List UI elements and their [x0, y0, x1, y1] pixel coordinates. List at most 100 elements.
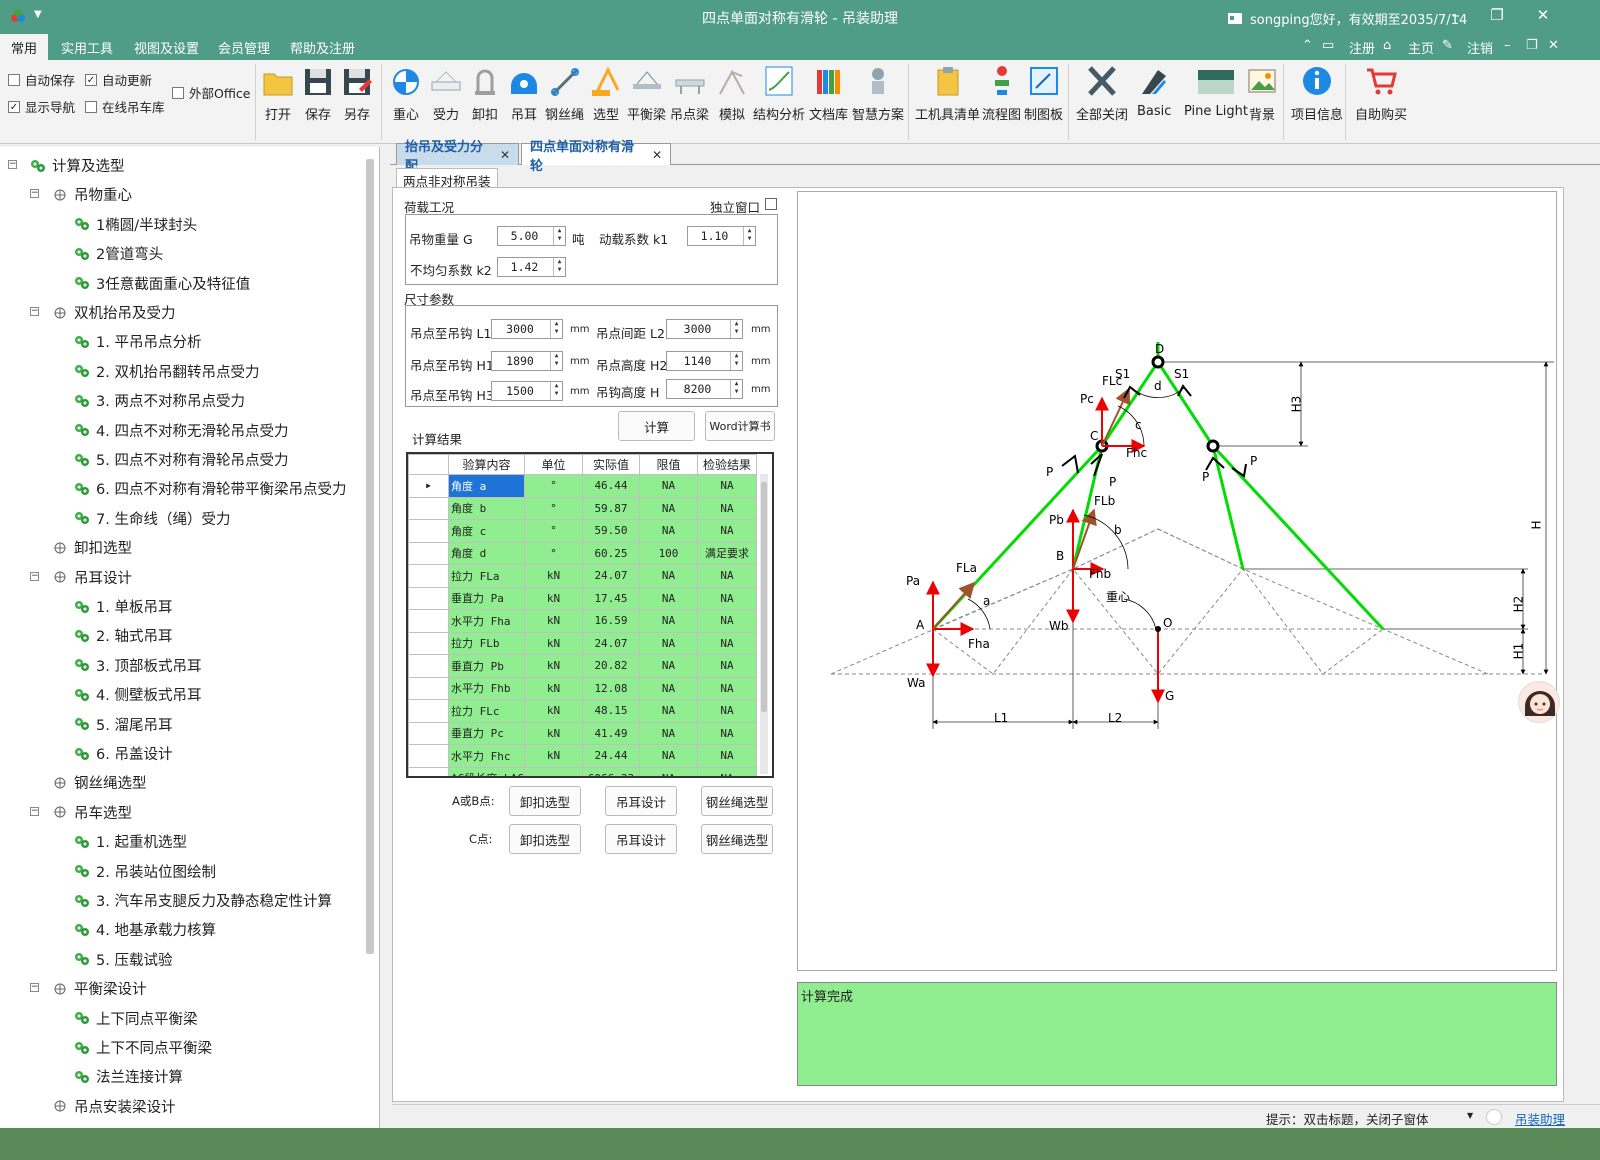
close-tab-icon[interactable]: ✕ [652, 148, 662, 162]
spin-arrows-icon[interactable]: ▲ ▼ [730, 352, 742, 370]
table-cell[interactable]: NA [697, 519, 757, 543]
table-cell[interactable]: NA [697, 474, 757, 498]
ab-wire-rope-button[interactable]: 钢丝绳选型 [701, 786, 773, 816]
c-wire-rope-button[interactable]: 钢丝绳选型 [701, 824, 773, 854]
table-cell[interactable]: kN [524, 654, 583, 678]
tree-item[interactable]: 钢丝绳选型 [52, 772, 147, 793]
spin-arrows-icon[interactable]: ▲ ▼ [550, 320, 562, 338]
table-cell[interactable]: 满足要求 [697, 541, 757, 565]
lifting-point-beam-button[interactable]: 吊点梁 [670, 64, 709, 130]
menu-help[interactable]: 帮助及注册 [290, 38, 355, 57]
row-header[interactable] [408, 586, 449, 610]
table-cell[interactable]: 拉力 FLc [448, 699, 525, 723]
table-cell[interactable]: NA [697, 496, 757, 520]
self-purchase-button[interactable]: 自助购买 [1355, 64, 1407, 130]
tree-item[interactable]: 3. 顶部板式吊耳 [74, 655, 201, 676]
k2-input[interactable]: 1.42 ▲ ▼ [497, 257, 566, 277]
mdi-minimize-icon[interactable]: – [1504, 38, 1511, 53]
simulation-button[interactable]: 模拟 [716, 64, 748, 130]
auto-save-checkbox[interactable]: 自动保存 [8, 70, 75, 89]
spin-arrows-icon[interactable]: ▲ ▼ [743, 227, 755, 245]
table-row[interactable]: 水平力 Fhc kN 24.44 NA NA [408, 744, 757, 768]
table-cell[interactable]: kN [524, 631, 583, 655]
menu-tools[interactable]: 实用工具 [61, 38, 113, 57]
show-nav-checkbox[interactable]: ✓ 显示导航 [8, 97, 75, 116]
table-cell[interactable]: 6066.33 [582, 766, 640, 776]
row-header[interactable] [408, 654, 449, 678]
table-row[interactable]: ▶ 角度 a ° 46.44 NA NA [408, 474, 757, 498]
drawing-board-button[interactable]: 制图板 [1024, 64, 1063, 130]
tree-item[interactable]: − 吊车选型 [30, 802, 132, 823]
table-cell[interactable]: kN [524, 676, 583, 700]
row-header[interactable] [408, 541, 449, 565]
tree-item[interactable]: 4. 四点不对称无滑轮吊点受力 [74, 420, 288, 441]
hint-dropdown-icon[interactable]: ▼ [1467, 1111, 1473, 1120]
table-cell[interactable]: 垂直力 Pb [448, 654, 525, 678]
word-report-button[interactable]: Word计算书 [705, 411, 775, 441]
ab-shackle-button[interactable]: 卸扣选型 [509, 786, 581, 816]
h2-input[interactable]: 1140 ▲ ▼ [666, 351, 743, 371]
table-cell[interactable]: NA [697, 744, 757, 768]
shackle-button[interactable]: 卸扣 [469, 64, 501, 130]
row-header[interactable]: ▶ [408, 474, 449, 498]
table-cell[interactable]: 水平力 Fhb [448, 676, 525, 700]
save-button[interactable]: 保存 [302, 64, 334, 130]
column-header[interactable]: 单位 [524, 454, 583, 475]
force-button[interactable]: 受力 [430, 64, 462, 130]
tree-item[interactable]: − 吊耳设计 [30, 567, 132, 588]
table-row[interactable]: 角度 c ° 59.50 NA NA [408, 519, 757, 543]
table-cell[interactable]: ° [524, 496, 583, 520]
table-row[interactable]: 垂直力 Pb kN 20.82 NA NA [408, 654, 757, 678]
column-header[interactable]: 检验结果 [697, 454, 757, 475]
tree-item[interactable]: 5. 压载试验 [74, 949, 172, 970]
spin-arrows-icon[interactable]: ▲ ▼ [550, 352, 562, 370]
table-cell[interactable]: 垂直力 Pa [448, 586, 525, 610]
register-link[interactable]: 注册 [1349, 38, 1375, 57]
scroll-thumb[interactable] [761, 482, 767, 712]
table-cell[interactable]: 16.59 [582, 609, 640, 633]
online-crane-checkbox[interactable]: 在线吊车库 [85, 97, 165, 116]
minimize-button[interactable]: – [1441, 6, 1471, 24]
table-cell[interactable]: NA [639, 721, 698, 745]
grid-scrollbar[interactable] [760, 474, 768, 774]
table-cell[interactable]: NA [639, 699, 698, 723]
lifting-lug-button[interactable]: 吊耳 [508, 64, 540, 130]
table-cell[interactable]: 角度 a [448, 474, 525, 498]
table-cell[interactable]: 角度 b [448, 496, 525, 520]
table-cell[interactable]: AC段长度 LAC [448, 766, 525, 776]
table-cell[interactable]: ° [524, 474, 583, 498]
table-cell[interactable]: 24.07 [582, 564, 640, 588]
spreader-beam-button[interactable]: 平衡梁 [627, 64, 666, 130]
c-lug-button[interactable]: 吊耳设计 [605, 824, 677, 854]
tree-item[interactable]: 3任意截面重心及特征值 [74, 273, 250, 294]
table-cell[interactable]: NA [639, 744, 698, 768]
tree-item[interactable]: − 吊物重心 [30, 184, 132, 205]
expand-toggle-icon[interactable]: − [30, 806, 39, 816]
tree-item[interactable]: 卸扣选型 [52, 537, 132, 558]
row-header[interactable] [408, 631, 449, 655]
table-cell[interactable]: 17.45 [582, 586, 640, 610]
structure-analysis-button[interactable]: 结构分析 [753, 64, 805, 130]
row-header[interactable] [408, 721, 449, 745]
table-cell[interactable]: 12.08 [582, 676, 640, 700]
expand-toggle-icon[interactable]: − [30, 307, 39, 316]
table-cell[interactable]: 41.49 [582, 721, 640, 745]
table-row[interactable]: 角度 b ° 59.87 NA NA [408, 496, 757, 520]
mdi-restore-icon[interactable]: ❐ [1526, 38, 1538, 53]
table-row[interactable]: 拉力 FLa kN 24.07 NA NA [408, 564, 757, 588]
table-cell[interactable]: 24.44 [582, 744, 640, 768]
save-as-button[interactable]: 另存 [341, 64, 373, 130]
table-cell[interactable]: NA [639, 519, 698, 543]
table-cell[interactable]: NA [697, 699, 757, 723]
table-cell[interactable]: NA [697, 766, 757, 776]
table-cell[interactable]: 角度 c [448, 519, 525, 543]
table-cell[interactable]: 水平力 Fhc [448, 744, 525, 768]
tree-item[interactable]: 1. 起重机选型 [74, 831, 187, 852]
menu-view-settings[interactable]: 视图及设置 [134, 38, 199, 57]
c-shackle-button[interactable]: 卸扣选型 [509, 824, 581, 854]
column-header[interactable]: 验算内容 [448, 454, 525, 475]
table-row[interactable]: 垂直力 Pc kN 41.49 NA NA [408, 721, 757, 745]
table-cell[interactable]: 24.07 [582, 631, 640, 655]
external-office-checkbox[interactable]: 外部Office [172, 83, 251, 102]
tree-item[interactable]: 3. 汽车吊支腿反力及静态稳定性计算 [74, 890, 332, 911]
